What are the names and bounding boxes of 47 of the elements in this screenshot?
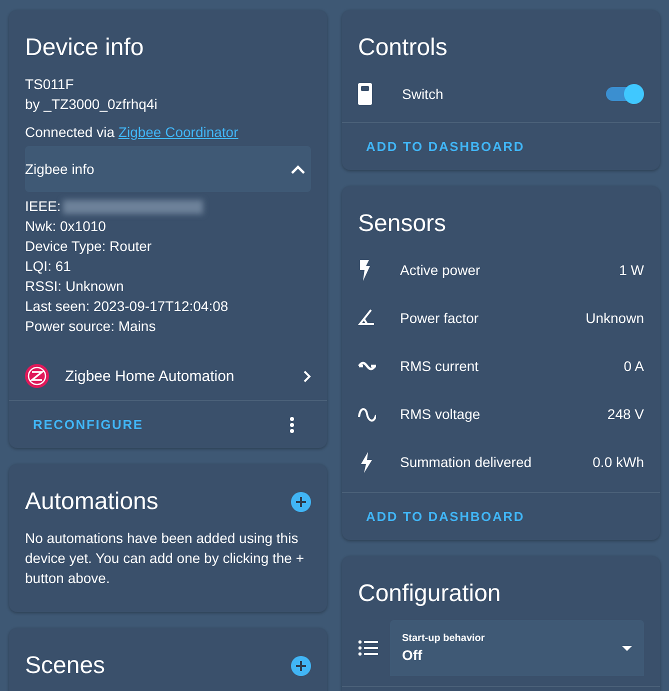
zigbee-info-line: RSSI: Unknown [25, 277, 125, 296]
card-title: Scenes [25, 652, 106, 680]
switch-icon [358, 83, 372, 105]
chevron-right-icon [303, 370, 311, 382]
sensor-name: Power factor [400, 310, 480, 326]
card-title: Sensors [358, 210, 446, 238]
device-model: TS011F [25, 75, 75, 94]
zigbee-info-line: Nwk: 0x1010 [25, 217, 107, 236]
zigbee-info-line: Power source: Mains [25, 317, 157, 336]
chevron-icon [291, 164, 305, 174]
sensor-value: 0 A [624, 358, 644, 374]
sensor-name: RMS current [400, 358, 480, 374]
zigbee-info-line: Last seen: 2023-09-17T12:04:08 [25, 297, 230, 316]
zigbee-info-line: IEEE: [25, 196, 311, 216]
add-button[interactable] [291, 492, 311, 512]
list-icon [358, 640, 378, 656]
reconfigure-button[interactable]: RECONFIGURE [17, 413, 160, 436]
sensor-name: Active power [400, 262, 482, 278]
integration-row[interactable]: Zigbee Home Automation [9, 352, 327, 400]
device-manufacturer: by _TZ3000_0zfrhq4i [25, 95, 158, 114]
sensor-value: Unknown [586, 310, 644, 326]
card-title: Device info [25, 34, 144, 62]
add-button[interactable] [291, 656, 311, 676]
zigbee-info-line: LQI: 61 [25, 257, 72, 276]
zigbee-info-line: Device Type: Router [25, 237, 153, 256]
plus-icon [295, 496, 307, 508]
zigbee-logo-icon [25, 364, 49, 388]
plus-icon [295, 660, 307, 672]
sensor-value: 1 W [619, 262, 644, 278]
dropdown-icon [622, 646, 632, 650]
entity-name: Switch [402, 86, 444, 102]
sensor-value: 0.0 kWh [592, 454, 644, 470]
add-to-dashboard-button[interactable]: ADD TO DASHBOARD [350, 505, 541, 528]
add-to-dashboard-button[interactable]: ADD TO DASHBOARD [350, 135, 541, 158]
sensor-value: 248 V [607, 406, 644, 422]
sensor-name: RMS voltage [400, 406, 482, 422]
sensor-name: Summation delivered [400, 454, 533, 470]
card-title: Controls [358, 34, 448, 62]
card-title: Automations [25, 488, 158, 516]
toggle-switch[interactable] [606, 87, 642, 101]
card-title: Configuration [358, 580, 501, 608]
coordinator-link[interactable]: Zigbee Coordinator [118, 124, 238, 140]
connected-via-label: Connected via [25, 124, 115, 140]
more-options-icon[interactable] [289, 416, 295, 434]
empty-message: No automations have been added using this device yet. You can add one by clicking the + button above. [24, 529, 306, 588]
zigbee-info-header[interactable]: Zigbee info [25, 146, 311, 192]
startup-behavior-select[interactable]: Start-up behavior Off [390, 620, 644, 676]
